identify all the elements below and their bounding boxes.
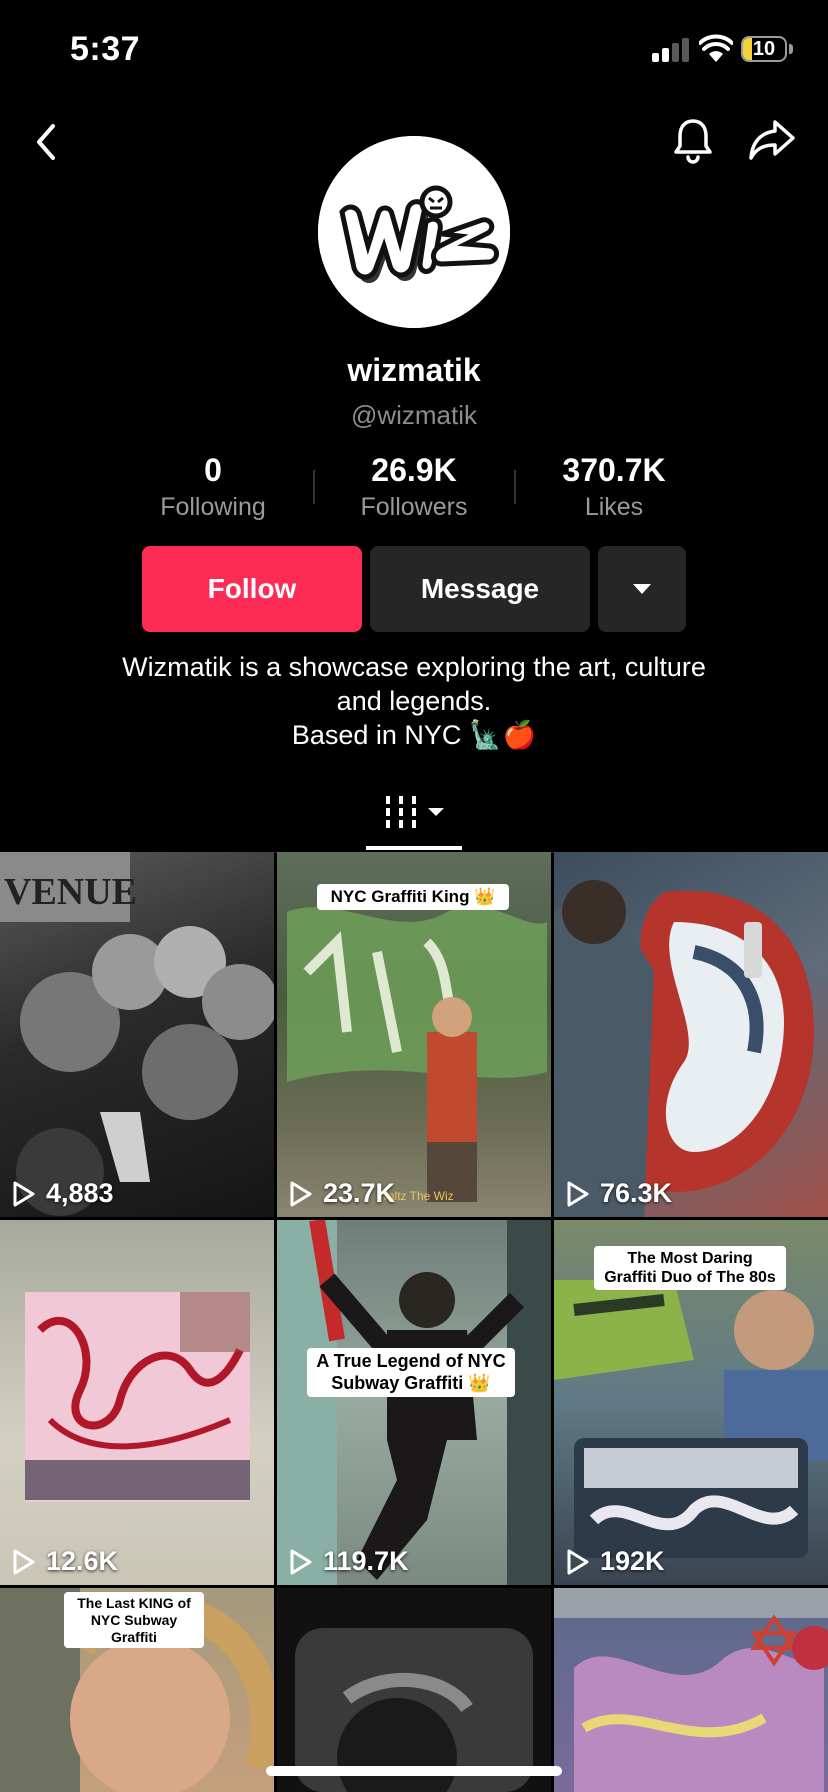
follow-button[interactable]: Follow: [142, 546, 362, 632]
video-tile[interactable]: The Last KING of NYC Subway Graffiti: [0, 1588, 274, 1792]
battery-nub: [789, 44, 793, 54]
view-count-text: 12.6K: [46, 1546, 119, 1576]
user-handle: @wizmatik: [350, 400, 478, 430]
stat-value: 26.9K: [371, 452, 457, 488]
svg-text:VENUE: VENUE: [4, 871, 137, 913]
message-button[interactable]: Message: [370, 546, 590, 632]
view-count: 12.6K: [12, 1546, 118, 1577]
video-tile[interactable]: A True Legend of NYC Subway Graffiti 👑 1…: [277, 1220, 551, 1585]
profile-bio: Wizmatik is a showcase exploring the art…: [60, 650, 768, 752]
view-count: 4,883: [12, 1178, 114, 1209]
stat-divider: [514, 470, 516, 504]
stat-followers[interactable]: 26.9K Followers: [314, 452, 514, 522]
videos-tab[interactable]: [382, 794, 452, 834]
view-count: 192K: [566, 1546, 665, 1577]
view-count-text: 119.7K: [323, 1546, 409, 1576]
status-bar: 5:37 10: [0, 0, 828, 100]
stat-following[interactable]: 0 Following: [113, 452, 313, 522]
stat-likes[interactable]: 370.7K Likes: [514, 452, 714, 522]
video-thumbnail: [554, 1588, 828, 1792]
play-icon: [567, 1181, 589, 1206]
video-caption: The Last KING of NYC Subway Graffiti: [64, 1592, 204, 1649]
view-count-text: 4,883: [46, 1178, 114, 1208]
view-count-text: 76.3K: [600, 1178, 673, 1208]
display-name: wizmatik: [347, 352, 481, 388]
bell-icon: [674, 119, 712, 164]
play-icon: [13, 1549, 35, 1574]
view-count: 23.7K: [289, 1178, 395, 1209]
stat-label: Following: [160, 493, 266, 521]
video-grid: VENUE 4,883 NYC Graffiti King 👑 Waltz Th…: [0, 852, 828, 1792]
dropdown-caret-icon: [633, 584, 651, 594]
video-tile[interactable]: The Most Daring Graffiti Duo of The 80s …: [554, 1220, 828, 1585]
signal-icon: [652, 38, 690, 62]
video-tile[interactable]: 76.3K: [554, 852, 828, 1217]
view-count: 119.7K: [289, 1546, 409, 1577]
video-tile[interactable]: VENUE 4,883: [0, 852, 274, 1217]
back-button[interactable]: [22, 118, 70, 166]
home-indicator[interactable]: [266, 1766, 562, 1776]
stat-value: 370.7K: [562, 452, 666, 488]
play-icon: [13, 1181, 35, 1206]
video-thumbnail: VENUE: [0, 852, 274, 1216]
battery-icon: 10: [741, 36, 787, 62]
notification-bell-button[interactable]: [668, 114, 718, 166]
share-button[interactable]: [744, 114, 800, 166]
suggested-accounts-button[interactable]: [598, 546, 686, 632]
video-thumbnail: [554, 880, 814, 1217]
share-arrow-icon: [749, 120, 795, 160]
wifi-icon: [699, 34, 733, 62]
video-caption: A True Legend of NYC Subway Graffiti 👑: [307, 1348, 515, 1398]
bio-line: Wizmatik is a showcase exploring the art…: [122, 652, 706, 682]
video-caption: The Most Daring Graffiti Duo of The 80s: [594, 1246, 786, 1291]
video-thumbnail: [277, 1220, 551, 1585]
avatar[interactable]: [318, 136, 510, 328]
play-icon: [567, 1549, 589, 1574]
stat-label: Followers: [360, 493, 468, 521]
video-thumbnail: [25, 1292, 250, 1502]
view-count-text: 23.7K: [323, 1178, 396, 1208]
video-tile[interactable]: NYC Graffiti King 👑 Waltz The Wiz 23.7K: [277, 852, 551, 1217]
video-caption: NYC Graffiti King 👑: [317, 884, 509, 911]
play-icon: [290, 1181, 312, 1206]
profile-stats: 0 Following 26.9K Followers 370.7K Likes: [0, 452, 828, 532]
video-tile[interactable]: 12.6K: [0, 1220, 274, 1585]
video-tile[interactable]: [554, 1588, 828, 1792]
stat-label: Likes: [584, 493, 644, 521]
grid-filter-icon: [386, 796, 444, 828]
stat-divider: [313, 470, 315, 504]
bio-line: Based in NYC 🗽🍎: [291, 720, 537, 750]
bio-line: and legends.: [336, 686, 492, 716]
play-icon: [290, 1549, 312, 1574]
view-count-text: 192K: [600, 1546, 665, 1576]
status-time: 5:37: [70, 30, 141, 68]
back-chevron-icon: [37, 124, 55, 160]
stat-value: 0: [204, 452, 222, 488]
view-count: 76.3K: [566, 1178, 672, 1209]
wiz-logo-icon: [318, 136, 510, 328]
tab-active-indicator: [366, 846, 462, 850]
video-tile[interactable]: [277, 1588, 551, 1792]
battery-percent: 10: [752, 38, 776, 60]
video-thumbnail: [295, 1628, 533, 1792]
